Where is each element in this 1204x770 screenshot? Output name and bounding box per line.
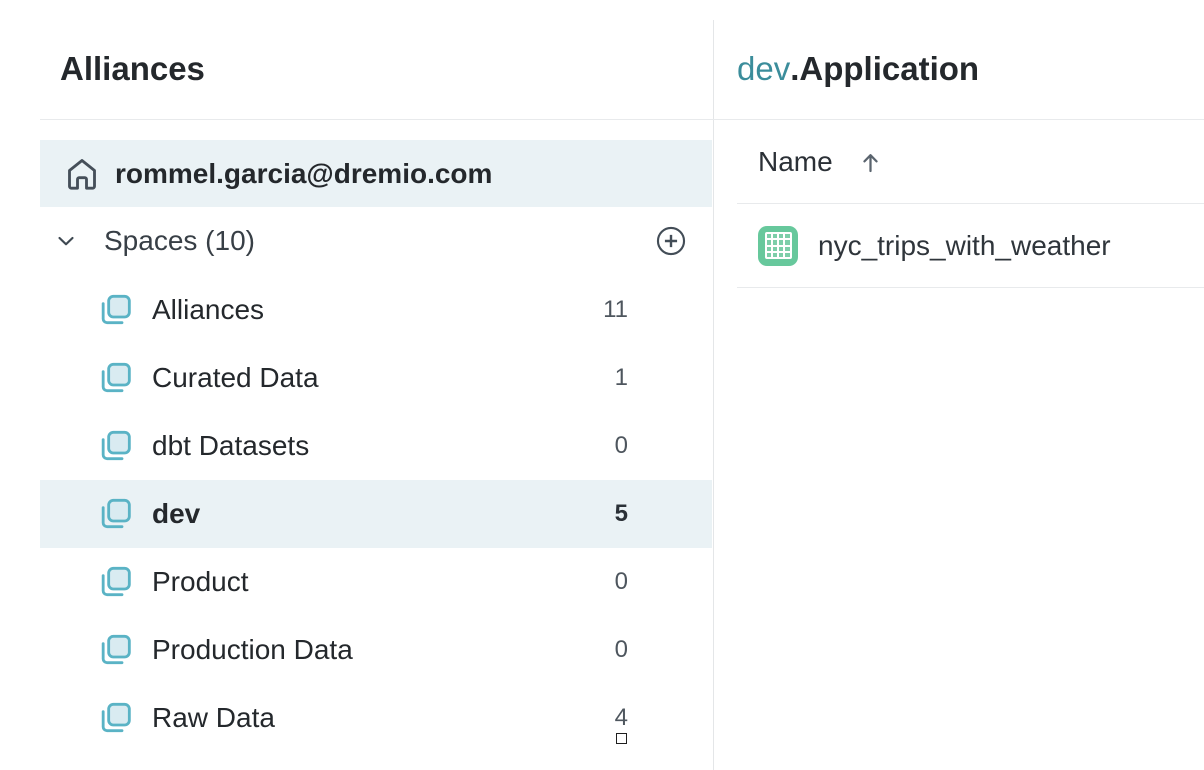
left-title-divider xyxy=(40,119,713,120)
space-icon xyxy=(95,698,135,738)
breadcrumb: dev.Application xyxy=(737,52,979,85)
breadcrumb-separator: . xyxy=(790,50,799,87)
space-name: dev xyxy=(152,498,200,530)
breadcrumb-space[interactable]: dev xyxy=(737,50,790,87)
dataset-table-icon xyxy=(758,226,798,266)
add-space-button[interactable] xyxy=(654,224,688,258)
space-name: Product xyxy=(152,566,249,598)
space-name: Raw Data xyxy=(152,702,275,734)
space-row-alliances[interactable]: Alliances 11 xyxy=(40,276,712,344)
space-name: dbt Datasets xyxy=(152,430,309,462)
unknown-glyph-box xyxy=(616,733,627,744)
table-header-name[interactable]: Name xyxy=(758,121,884,203)
home-icon xyxy=(62,154,102,194)
space-row-curated-data[interactable]: Curated Data 1 xyxy=(40,344,712,412)
sort-ascending-arrow-icon xyxy=(857,149,884,176)
space-count: 4 xyxy=(615,704,628,732)
space-icon xyxy=(95,562,135,602)
space-row-raw-data[interactable]: Raw Data 4 xyxy=(40,684,712,752)
spaces-section-label: Spaces (10) xyxy=(104,225,255,257)
space-count: 0 xyxy=(615,432,628,460)
space-icon xyxy=(95,290,135,330)
space-name: Curated Data xyxy=(152,362,319,394)
space-count: 0 xyxy=(615,636,628,664)
plus-circle-icon xyxy=(654,224,688,258)
name-column-label: Name xyxy=(758,146,833,178)
dataset-name: nyc_trips_with_weather xyxy=(818,230,1111,262)
panel-divider xyxy=(713,20,714,770)
space-icon xyxy=(95,426,135,466)
space-icon xyxy=(95,358,135,398)
space-icon xyxy=(95,630,135,670)
space-icon xyxy=(95,494,135,534)
row-divider xyxy=(737,287,1204,288)
dataset-row[interactable]: nyc_trips_with_weather xyxy=(758,204,1111,287)
space-row-dev[interactable]: dev 5 xyxy=(40,480,712,548)
space-name: Alliances xyxy=(152,294,264,326)
space-count: 0 xyxy=(615,568,628,596)
home-item[interactable]: rommel.garcia@dremio.com xyxy=(40,140,712,207)
space-row-product[interactable]: Product 0 xyxy=(40,548,712,616)
chevron-down-icon[interactable] xyxy=(53,228,79,254)
space-count: 5 xyxy=(615,500,628,528)
home-item-label: rommel.garcia@dremio.com xyxy=(115,158,492,190)
space-row-dbt-datasets[interactable]: dbt Datasets 0 xyxy=(40,412,712,480)
space-row-production-data[interactable]: Production Data 0 xyxy=(40,616,712,684)
breadcrumb-entity: Application xyxy=(799,50,979,87)
space-count: 11 xyxy=(603,296,628,324)
space-count: 1 xyxy=(615,364,628,392)
spaces-list: Alliances 11 Curated Data 1 dbt Datasets… xyxy=(40,276,712,752)
space-name: Production Data xyxy=(152,634,353,666)
spaces-section-header[interactable]: Spaces (10) xyxy=(40,218,712,264)
left-panel-title: Alliances xyxy=(60,52,205,85)
right-title-divider xyxy=(713,119,1204,120)
